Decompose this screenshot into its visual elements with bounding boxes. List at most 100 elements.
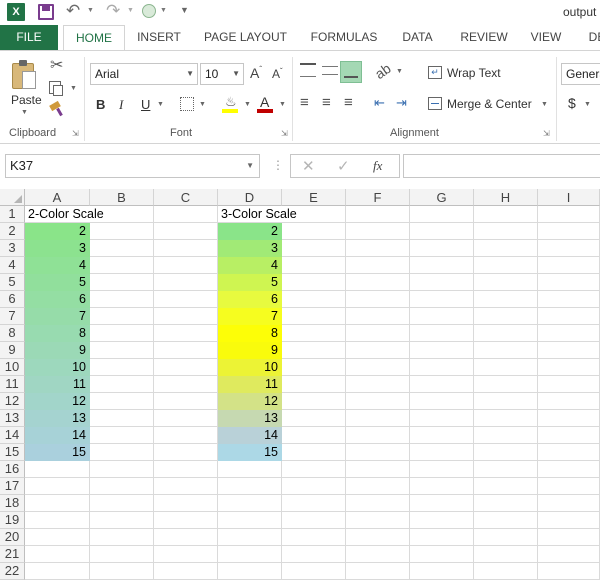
cell-f16[interactable] [346,461,410,478]
cell-a9[interactable]: 9 [25,342,90,359]
cell-a3[interactable]: 3 [25,240,90,257]
row-header-18[interactable]: 18 [0,495,25,512]
cell-a18[interactable] [25,495,90,512]
cell-h12[interactable] [474,393,538,410]
cell-d15[interactable]: 15 [218,444,282,461]
cell-a20[interactable] [25,529,90,546]
cell-h7[interactable] [474,308,538,325]
cell-i14[interactable] [538,427,600,444]
cell-h6[interactable] [474,291,538,308]
cell-d17[interactable] [218,478,282,495]
cell-g7[interactable] [410,308,474,325]
cell-b15[interactable] [90,444,154,461]
cell-c17[interactable] [154,478,218,495]
bold-button[interactable]: B [96,97,105,112]
cell-a17[interactable] [25,478,90,495]
cell-c22[interactable] [154,563,218,580]
align-right-icon[interactable]: ≡ [344,95,353,110]
cell-c16[interactable] [154,461,218,478]
cell-d21[interactable] [218,546,282,563]
cell-i11[interactable] [538,376,600,393]
wrap-text-button[interactable]: Wrap Text [447,66,501,80]
cell-b6[interactable] [90,291,154,308]
cell-i3[interactable] [538,240,600,257]
touch-dropdown-icon[interactable]: ▼ [160,7,167,14]
fill-color-dropdown-icon[interactable]: ▼ [244,101,251,108]
cell-h19[interactable] [474,512,538,529]
cell-b4[interactable] [90,257,154,274]
cell-h10[interactable] [474,359,538,376]
cell-c2[interactable] [154,223,218,240]
fill-color-icon[interactable]: ♨ [222,94,240,114]
cell-a1[interactable]: 2-Color Scale [25,206,104,223]
cell-d18[interactable] [218,495,282,512]
cell-g10[interactable] [410,359,474,376]
cell-f13[interactable] [346,410,410,427]
column-header-a[interactable]: A [25,189,90,206]
alignment-launcher-icon[interactable]: ⇲ [543,129,550,138]
cell-d16[interactable] [218,461,282,478]
tab-view[interactable]: VIEW [525,25,567,50]
font-launcher-icon[interactable]: ⇲ [281,129,288,138]
cell-f7[interactable] [346,308,410,325]
cell-a15[interactable]: 15 [25,444,90,461]
row-header-11[interactable]: 11 [0,376,25,393]
merge-center-icon[interactable] [428,97,442,110]
italic-button[interactable]: I [119,97,123,113]
merge-center-button[interactable]: Merge & Center [447,97,532,111]
cell-i22[interactable] [538,563,600,580]
column-header-g[interactable]: G [410,189,474,206]
cell-d8[interactable]: 8 [218,325,282,342]
borders-dropdown-icon[interactable]: ▼ [199,101,206,108]
tab-insert[interactable]: INSERT [130,25,188,50]
cell-a4[interactable]: 4 [25,257,90,274]
cell-g8[interactable] [410,325,474,342]
underline-dropdown-icon[interactable]: ▼ [157,101,164,108]
font-size-combo[interactable]: 10 ▼ [200,63,244,85]
cell-f18[interactable] [346,495,410,512]
orientation-icon[interactable]: ab [372,60,394,82]
cell-i12[interactable] [538,393,600,410]
cell-h3[interactable] [474,240,538,257]
cell-a13[interactable]: 13 [25,410,90,427]
cell-g5[interactable] [410,274,474,291]
cell-d3[interactable]: 3 [218,240,282,257]
row-header-10[interactable]: 10 [0,359,25,376]
paste-dropdown-icon[interactable]: ▼ [21,109,28,116]
cell-i2[interactable] [538,223,600,240]
cell-g17[interactable] [410,478,474,495]
cell-i1[interactable] [538,206,600,223]
row-header-4[interactable]: 4 [0,257,25,274]
undo-dropdown-icon[interactable]: ▼ [87,7,94,14]
cell-i9[interactable] [538,342,600,359]
cell-e2[interactable] [282,223,346,240]
cell-d14[interactable]: 14 [218,427,282,444]
cell-e16[interactable] [282,461,346,478]
cell-h14[interactable] [474,427,538,444]
cell-g13[interactable] [410,410,474,427]
cell-g4[interactable] [410,257,474,274]
redo-icon[interactable]: ↷ [106,1,120,21]
wrap-text-icon[interactable]: ↵ [428,66,442,79]
save-icon[interactable] [38,4,54,20]
cell-g19[interactable] [410,512,474,529]
cell-f21[interactable] [346,546,410,563]
cell-d22[interactable] [218,563,282,580]
cell-h5[interactable] [474,274,538,291]
cell-e5[interactable] [282,274,346,291]
cell-b11[interactable] [90,376,154,393]
cell-a22[interactable] [25,563,90,580]
column-header-d[interactable]: D [218,189,282,206]
currency-button[interactable]: $ [568,95,576,111]
cell-g9[interactable] [410,342,474,359]
cell-h2[interactable] [474,223,538,240]
row-header-9[interactable]: 9 [0,342,25,359]
cell-g22[interactable] [410,563,474,580]
cell-g11[interactable] [410,376,474,393]
cell-c21[interactable] [154,546,218,563]
cell-d20[interactable] [218,529,282,546]
select-all-corner[interactable] [0,189,25,206]
tab-review[interactable]: REVIEW [455,25,513,50]
cell-h15[interactable] [474,444,538,461]
cell-a6[interactable]: 6 [25,291,90,308]
